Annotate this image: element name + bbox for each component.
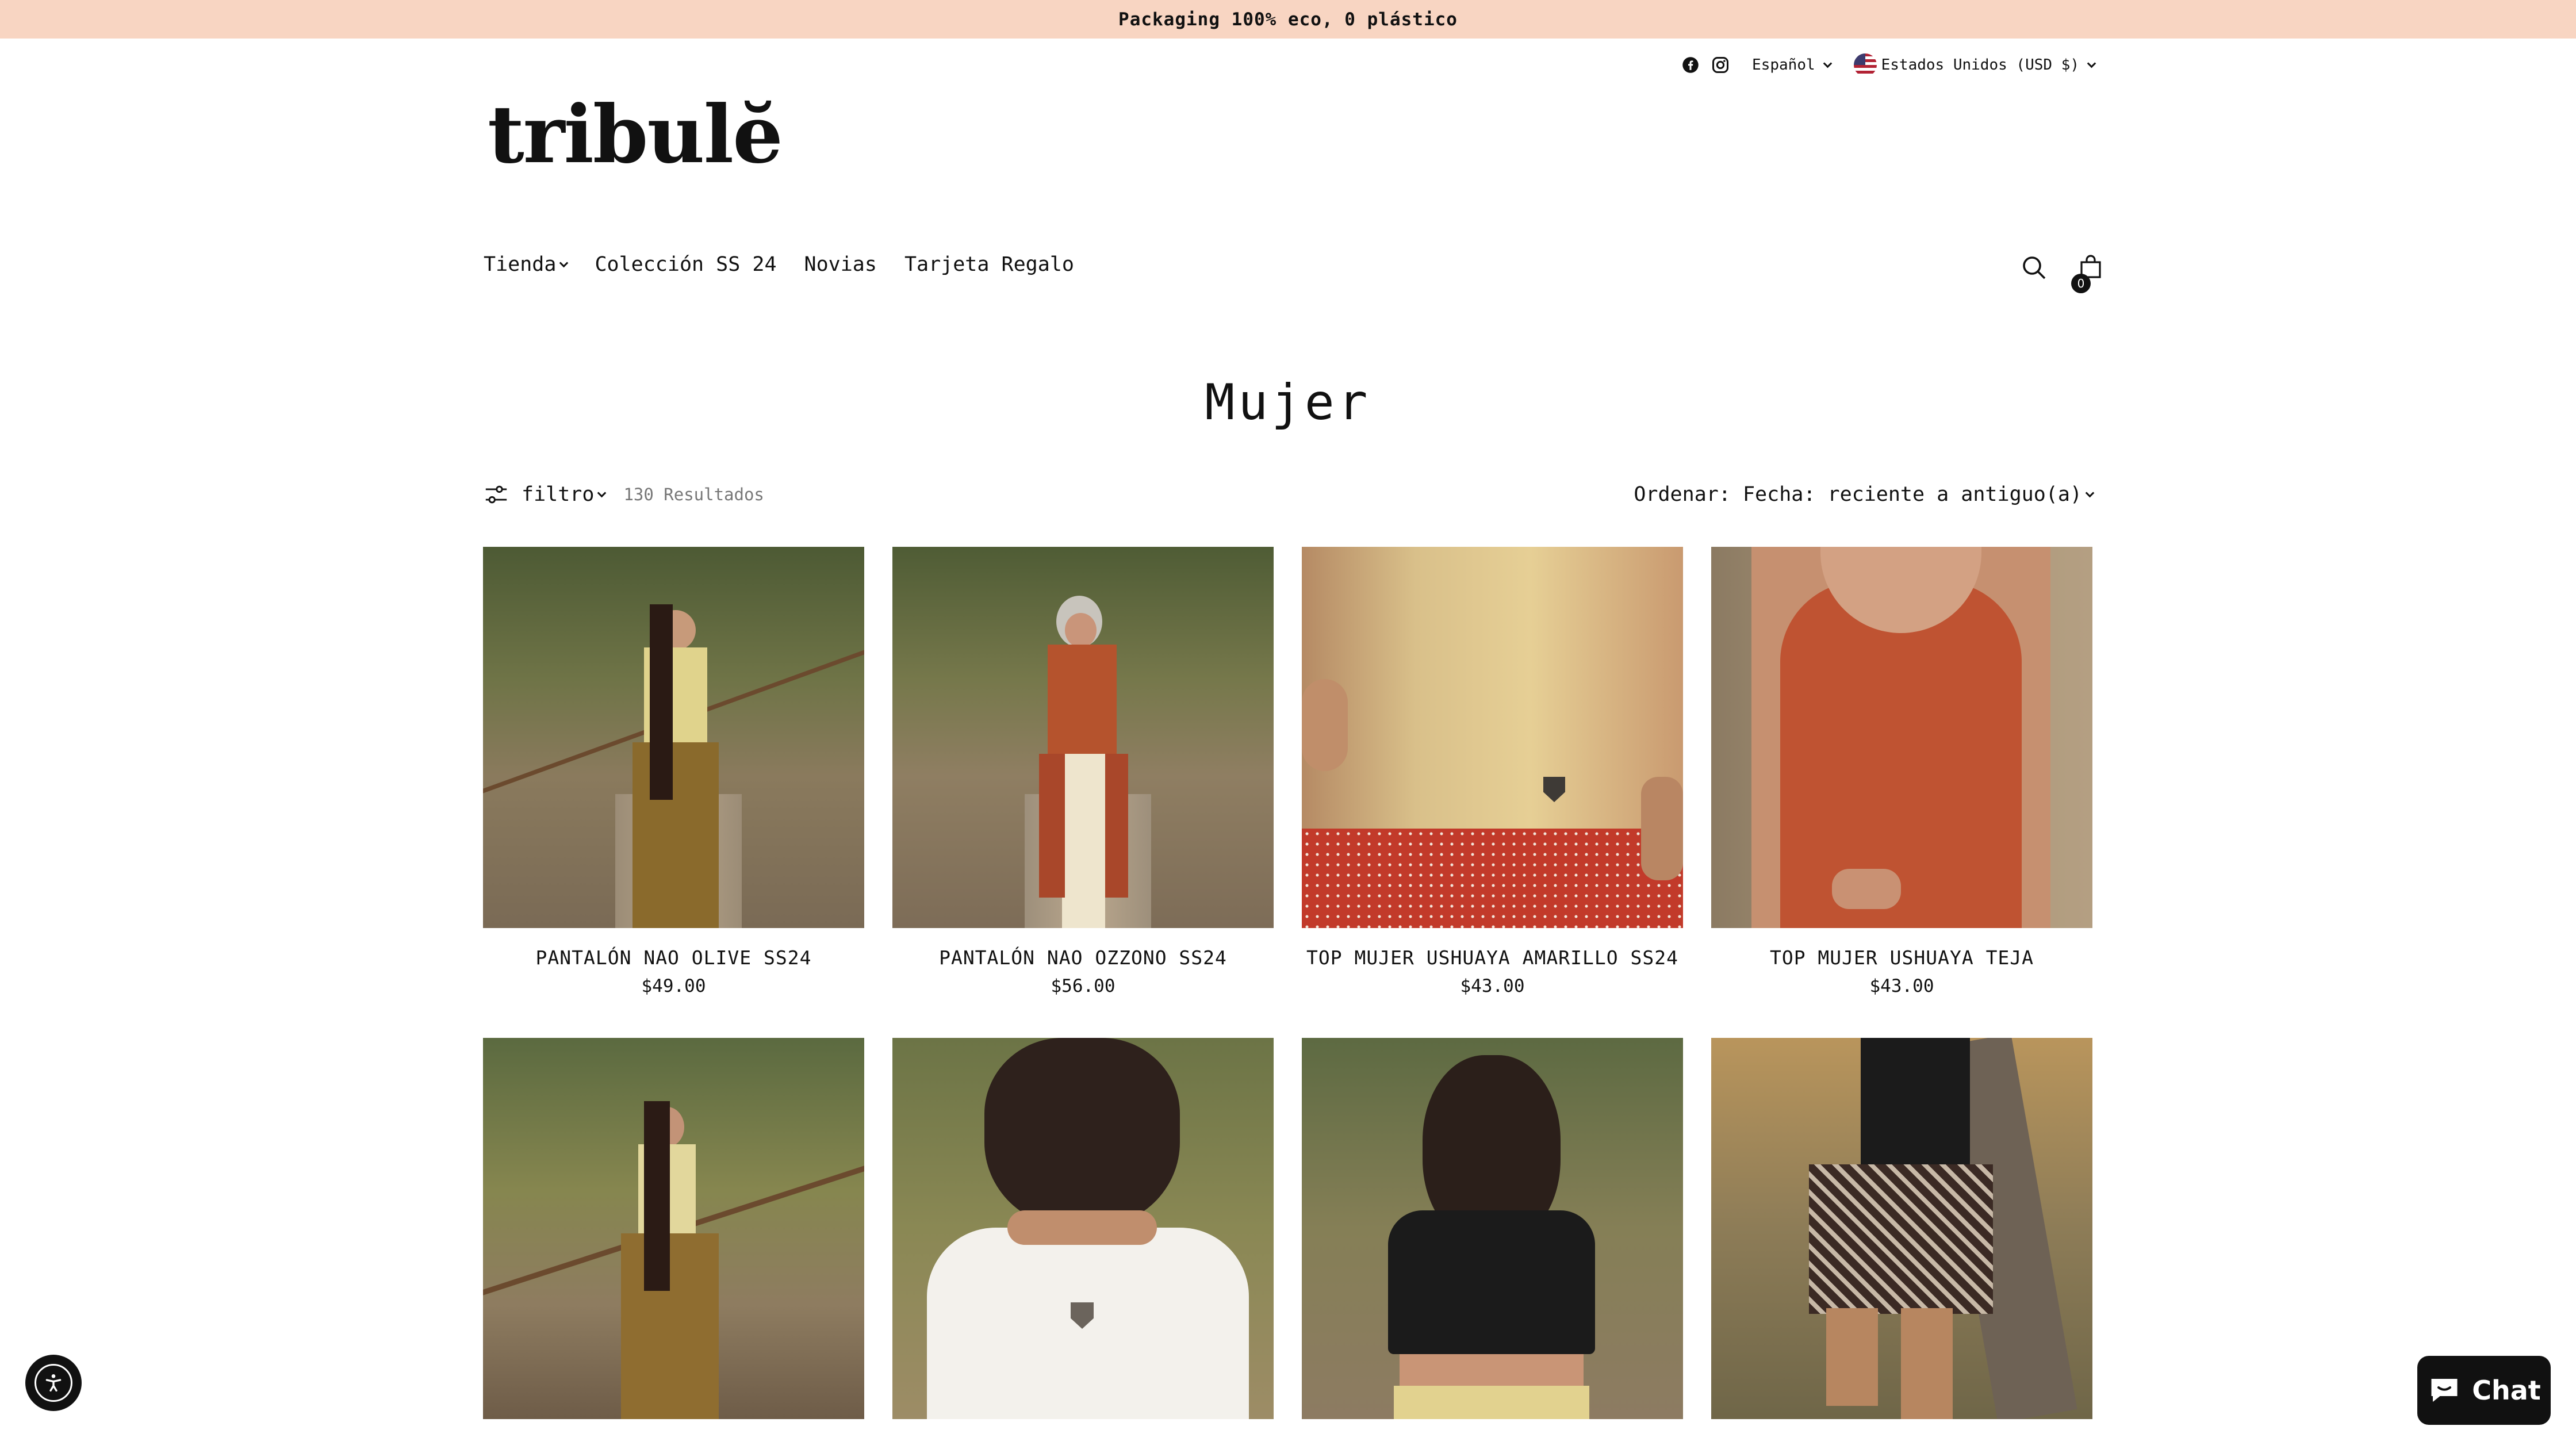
filter-toggle[interactable]: filtro: [522, 483, 607, 506]
product-price: $43.00: [1869, 976, 1934, 996]
product-image[interactable]: [892, 547, 1274, 928]
announcement-text: Packaging 100% eco, 0 plástico: [1118, 9, 1458, 30]
chat-button[interactable]: Chat: [2417, 1356, 2551, 1425]
product-card[interactable]: PANTALÓN NAO OZZONO SS24 $56.00: [892, 547, 1274, 996]
us-flag-icon: [1853, 53, 1877, 76]
cart-count-badge: 0: [2071, 274, 2091, 293]
product-price: $49.00: [641, 976, 706, 996]
accessibility-button[interactable]: [25, 1355, 82, 1411]
header-actions: 0: [2021, 253, 2104, 293]
chevron-down-icon: [1823, 59, 1832, 68]
product-image[interactable]: [1302, 1038, 1683, 1419]
product-card[interactable]: TOP MUJER USHUAYA AMARILLO SS24 $43.00: [1302, 547, 1683, 996]
nav-item-tienda[interactable]: Tienda: [484, 253, 569, 276]
filter-sliders-icon[interactable]: [484, 483, 509, 506]
nav-item-label: Novias: [804, 253, 877, 276]
sort-label: Ordenar: Fecha: reciente a antiguo(a): [1634, 483, 2082, 506]
product-grid: PANTALÓN NAO OLIVE SS24 $49.00 PANTALÓN …: [483, 547, 2093, 1444]
product-card[interactable]: [1711, 1038, 2092, 1444]
chat-bubble-icon: [2431, 1379, 2458, 1402]
nav-item-label: Tienda: [484, 253, 557, 276]
announcement-bar: Packaging 100% eco, 0 plástico: [0, 0, 2576, 39]
product-price: $56.00: [1051, 976, 1116, 996]
product-price: $43.00: [1460, 976, 1525, 996]
social-links: [1682, 56, 1729, 74]
product-name[interactable]: TOP MUJER USHUAYA AMARILLO SS24: [1306, 946, 1678, 969]
product-card[interactable]: [892, 1038, 1274, 1444]
product-name[interactable]: TOP MUJER USHUAYA TEJA: [1770, 946, 2034, 969]
chat-label: Chat: [2472, 1375, 2541, 1406]
filter-label: filtro: [522, 483, 595, 506]
product-card[interactable]: TOP MUJER USHUAYA TEJA $43.00: [1711, 547, 2092, 996]
facebook-icon[interactable]: [1682, 56, 1699, 74]
filter-toolbar: filtro 130 Resultados: [484, 483, 764, 506]
product-image[interactable]: [1302, 547, 1683, 928]
country-selector[interactable]: Estados Unidos (USD $): [1853, 53, 2096, 76]
product-card[interactable]: [483, 1038, 864, 1444]
product-name[interactable]: PANTALÓN NAO OZZONO SS24: [939, 946, 1227, 969]
sort-select[interactable]: Ordenar: Fecha: reciente a antiguo(a): [1634, 483, 2095, 506]
instagram-icon[interactable]: [1712, 56, 1729, 74]
language-selector[interactable]: Español: [1752, 56, 1832, 74]
product-image[interactable]: [892, 1038, 1274, 1419]
product-image[interactable]: [483, 547, 864, 928]
chevron-down-icon: [559, 258, 569, 267]
chevron-down-icon: [2085, 488, 2095, 497]
nav-item-tarjeta-regalo[interactable]: Tarjeta Regalo: [904, 253, 1074, 276]
page-title: Mujer: [1205, 374, 1371, 431]
nav-item-label: Tarjeta Regalo: [904, 253, 1074, 276]
product-image[interactable]: [483, 1038, 864, 1419]
utility-bar: Español Estados Unidos (USD $): [1682, 53, 2096, 76]
product-card[interactable]: PANTALÓN NAO OLIVE SS24 $49.00: [483, 547, 864, 996]
nav-item-label: Colección SS 24: [595, 253, 777, 276]
cart-button[interactable]: 0: [2071, 253, 2104, 293]
brand-logo[interactable]: tribulĕ: [488, 95, 783, 174]
chevron-down-icon: [2087, 59, 2096, 68]
language-label: Español: [1752, 56, 1815, 74]
nav-item-novias[interactable]: Novias: [804, 253, 877, 276]
results-count: 130 Resultados: [623, 485, 764, 504]
product-card[interactable]: [1302, 1038, 1683, 1444]
accessibility-icon: [34, 1364, 72, 1402]
product-image[interactable]: [1711, 1038, 2092, 1419]
chevron-down-icon: [597, 488, 607, 497]
main-nav: Tienda Colección SS 24 Novias Tarjeta Re…: [484, 253, 1074, 276]
product-name[interactable]: PANTALÓN NAO OLIVE SS24: [536, 946, 812, 969]
country-label: Estados Unidos (USD $): [1881, 56, 2079, 74]
product-image[interactable]: [1711, 547, 2092, 928]
search-icon[interactable]: [2021, 254, 2048, 282]
nav-item-coleccion[interactable]: Colección SS 24: [595, 253, 776, 276]
